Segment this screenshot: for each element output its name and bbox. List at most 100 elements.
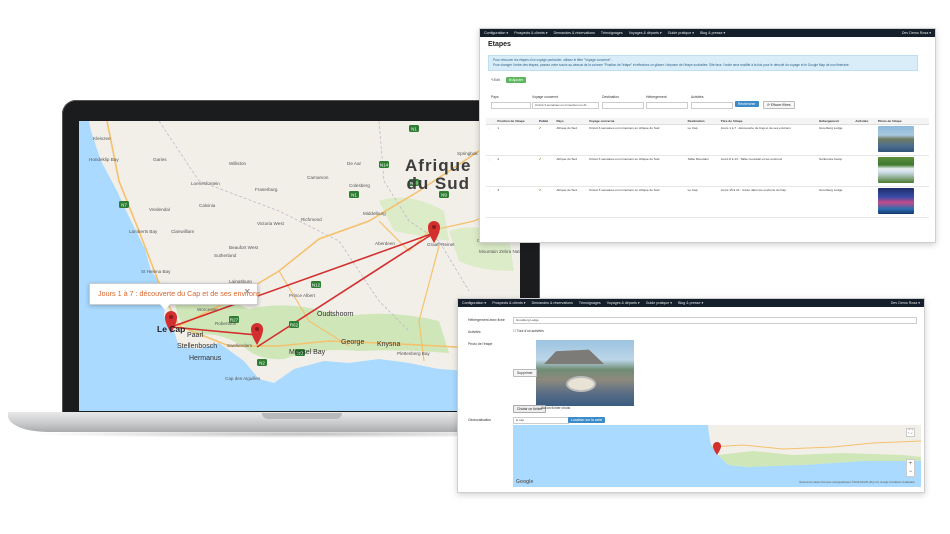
filter-destination-select[interactable]: [602, 102, 644, 109]
photo-label: Photo de l'étape: [468, 342, 493, 346]
place-label: De Aar: [347, 161, 362, 166]
nav-item[interactable]: Voyages & départs ▾: [629, 31, 662, 35]
hebergement-label: Hébergement avec fiche: [468, 318, 505, 322]
table-cell-pub[interactable]: ✔: [536, 186, 555, 218]
user-menu[interactable]: Dev Demo Rosa ▾: [902, 31, 931, 35]
admin-window-edit-etape: Configuration ▾ Prospects & clients ▾ Dema…: [457, 298, 925, 493]
table-cell-titre: Jours 15 à 21 : retour dans les environs…: [718, 186, 818, 218]
place-label: Victoria West: [257, 221, 284, 226]
place-label: Hondeklip Bay: [89, 157, 119, 162]
table-cell-pos: 1: [495, 124, 537, 156]
svg-text:N2: N2: [259, 361, 265, 366]
table-cell-heb: Grootberg Lodge: [817, 124, 854, 156]
user-menu[interactable]: Dev Demo Rosa ▾: [891, 301, 920, 305]
table-cell-pub[interactable]: ✔: [536, 124, 555, 156]
place-label: Mossel Bay: [289, 349, 326, 356]
nav-item[interactable]: Prospects & clients ▾: [492, 301, 525, 305]
nav-item[interactable]: Demandes & réservations: [554, 31, 595, 35]
country-label-line2: du Sud: [406, 174, 471, 193]
place-label: George: [341, 339, 365, 346]
map-attribution: Raccourcis clavier Données cartographiqu…: [799, 481, 915, 484]
filter-hebergement-select[interactable]: [646, 102, 688, 109]
admin-window-etapes: Configuration ▾ Prospects & clients ▾ Dema…: [479, 28, 936, 243]
highway-shield: N7: [119, 201, 129, 208]
place-label: Hermanus: [189, 355, 222, 362]
table-cell-pub[interactable]: ✔: [536, 155, 555, 187]
table-row[interactable]: ⋮ 1 ✔ Afrique du Sud Circuit 3 semaines en i…: [486, 124, 929, 156]
marker-tooltip[interactable]: Jours 1 à 7 : découverte du Cap et de se…: [89, 283, 261, 305]
tooltip-close-icon[interactable]: ✕: [244, 287, 251, 296]
svg-text:N9: N9: [441, 193, 447, 198]
activites-checkbox[interactable]: ☐ Tout d'un activités: [513, 329, 544, 333]
table-cell-voyage: Circuit 3 semaines en immersion en Afriq…: [586, 124, 686, 156]
stage-thumbnail[interactable]: [877, 188, 914, 214]
nav-item[interactable]: Configuration ▾: [462, 301, 486, 305]
filter-activites-select[interactable]: [691, 102, 733, 109]
nav-item[interactable]: Guide pratique ▾: [646, 301, 672, 305]
admin-navbar: Configuration ▾ Prospects & clients ▾ Dema…: [480, 29, 935, 37]
nav-item[interactable]: Témoignages: [601, 31, 623, 35]
place-label: Kleinzee: [93, 136, 111, 141]
drag-handle-icon[interactable]: ⋮: [488, 188, 491, 192]
place-label: Carnarvon: [307, 175, 329, 180]
place-label: Swellendam: [227, 343, 253, 348]
table-cell-dest: Le Cap: [685, 186, 719, 218]
table-cell-act: [853, 155, 876, 187]
nav-item[interactable]: Blog & presse ▾: [700, 31, 725, 35]
filter-voyage-select[interactable]: Circuit 3 semaines en immersion en Af...: [532, 102, 599, 109]
place-label: Richmond: [301, 217, 322, 222]
highway-shield: R62: [289, 321, 299, 328]
filter-label-voyage: Voyage concerné: [532, 95, 559, 99]
stage-thumbnail[interactable]: [877, 157, 914, 183]
svg-text:N1: N1: [351, 193, 357, 198]
nav-item[interactable]: Prospects & clients ▾: [514, 31, 547, 35]
zoom-out-button[interactable]: −: [907, 468, 914, 476]
mini-map[interactable]: Google Raccourcis clavier Données cartog…: [513, 425, 921, 487]
place-label: Middelburg: [363, 211, 386, 216]
fullscreen-icon[interactable]: ⛶: [906, 428, 915, 437]
table-cell-titre: Jours 1 à 7 : découverte du Cap et de se…: [718, 124, 818, 156]
zoom-in-button[interactable]: +: [907, 460, 914, 468]
delete-photo-button[interactable]: Supprimer: [513, 369, 537, 377]
stage-thumbnail[interactable]: [877, 126, 914, 152]
nav-item[interactable]: Configuration ▾: [484, 31, 508, 35]
edit-button[interactable]: ✎Edit: [488, 77, 503, 83]
table-cell-voyage: Circuit 3 semaines en immersion en Afriq…: [586, 186, 686, 218]
laptop-map-screen[interactable]: N7 N1 N9 N10 N12 N2 R27 R62 N14 N1 N9 Springbok Kle…: [79, 121, 520, 411]
nav-item[interactable]: Témoignages: [579, 301, 601, 305]
add-button[interactable]: ⊕ Ajouter: [505, 77, 527, 83]
search-button[interactable]: Rechercher: [735, 101, 759, 107]
svg-text:N7: N7: [121, 203, 127, 208]
filter-label-destination: Destination: [602, 95, 619, 99]
table-row[interactable]: ⋮ 2 ✔ Afrique du Sud Circuit 3 semaines en i…: [486, 155, 929, 187]
nav-menu: Configuration ▾ Prospects & clients ▾ Dema…: [484, 31, 725, 35]
nav-item[interactable]: Blog & presse ▾: [678, 301, 703, 305]
drag-handle-icon[interactable]: ⋮: [488, 126, 491, 130]
table-cell-act: [853, 186, 876, 218]
page-title: Etapes: [488, 41, 511, 48]
mountain-shape: [544, 349, 604, 364]
clear-filters-button[interactable]: ⟳ Effacer filtres: [763, 101, 795, 109]
highway-shield: N1: [349, 191, 359, 198]
place-label: Loeriesfontein: [191, 181, 220, 186]
mini-map-svg: [708, 425, 921, 467]
filter-label-activites: Activités: [691, 95, 704, 99]
table-cell-titre: Jours 8 à 14 : Table mountain et les env…: [718, 155, 818, 187]
filter-pays-select[interactable]: [491, 102, 531, 109]
nav-item[interactable]: Demandes & réservations: [532, 301, 573, 305]
nav-item[interactable]: Voyages & départs ▾: [607, 301, 640, 305]
place-label: Sutherland: [214, 253, 237, 258]
table-row[interactable]: ⋮ 3 ✔ Afrique du Sud Circuit 3 semaines en i…: [486, 186, 929, 218]
hebergement-select[interactable]: Grootberg Lodge: [513, 317, 917, 324]
highway-shield: N14: [379, 161, 389, 168]
file-status: Aucun fichier choisi: [541, 406, 571, 410]
geo-input[interactable]: le cap: [513, 417, 569, 424]
locate-on-map-button[interactable]: Localiser sur la carte: [568, 417, 606, 423]
place-label: Oudtshoorn: [317, 311, 354, 318]
table-cell-heb: Sunbonsa Camp: [817, 155, 854, 187]
nav-item[interactable]: Guide pratique ▾: [668, 31, 694, 35]
admin-navbar: Configuration ▾ Prospects & clients ▾ Dema…: [458, 299, 924, 307]
drag-handle-icon[interactable]: ⋮: [488, 157, 491, 161]
place-label: Garies: [153, 157, 167, 162]
svg-text:N1: N1: [411, 127, 417, 132]
